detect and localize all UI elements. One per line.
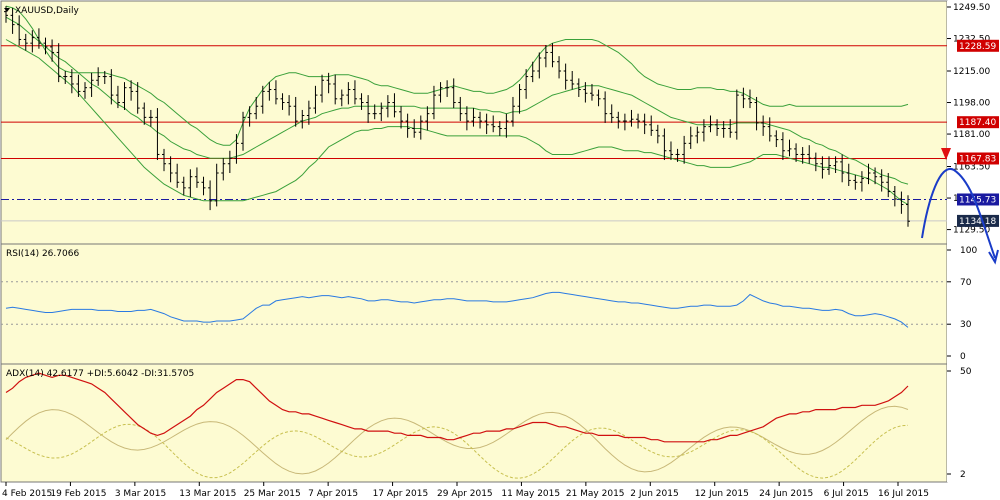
price-tick-label: 1249.50 xyxy=(953,3,990,13)
x-tick-label: 3 Mar 2015 xyxy=(115,489,166,499)
x-tick-label: 7 Apr 2015 xyxy=(308,489,358,499)
adx-tick-label: 2 xyxy=(960,470,966,480)
xauusd-chart: 1249.501232.501215.001198.001181.001163.… xyxy=(0,0,1000,499)
rsi-tick-label: 0 xyxy=(960,352,966,362)
x-tick-label: 12 Jun 2015 xyxy=(695,489,749,499)
x-tick-label: 29 Apr 2015 xyxy=(437,489,493,499)
x-tick-label: 24 Jun 2015 xyxy=(759,489,813,499)
x-tick-label: 25 Mar 2015 xyxy=(244,489,301,499)
x-tick-label: 17 Apr 2015 xyxy=(373,489,429,499)
rsi-panel-bg xyxy=(0,243,948,365)
level-tag-label: 1228.59 xyxy=(959,42,996,52)
level-tag-label: 1145.73 xyxy=(959,195,996,205)
symbol-label: XAUUSD,Daily xyxy=(15,6,79,16)
x-tick-label: 13 Mar 2015 xyxy=(179,489,236,499)
x-tick-label: 19 Feb 2015 xyxy=(50,489,106,499)
x-tick-label: 2 Jun 2015 xyxy=(630,489,678,499)
rsi-tick-label: 30 xyxy=(960,320,972,330)
x-tick-label: 11 May 2015 xyxy=(501,489,560,499)
level-tag-label: 1187.40 xyxy=(959,118,996,128)
x-tick-label: 6 Jul 2015 xyxy=(824,489,869,499)
adx-panel-bg xyxy=(0,363,948,483)
adx-tick-label: 50 xyxy=(960,367,972,377)
rsi-label: RSI(14) 26.7066 xyxy=(6,249,79,259)
rsi-tick-label: 100 xyxy=(960,246,977,256)
level-tag-label: 1134.18 xyxy=(959,217,996,227)
rsi-tick-label: 70 xyxy=(960,278,972,288)
x-tick-label: 21 May 2015 xyxy=(566,489,625,499)
x-tick-label: 4 Feb 2015 xyxy=(2,489,52,499)
level-tag-label: 1167.83 xyxy=(959,154,996,164)
x-tick-label: 16 Jul 2015 xyxy=(878,489,929,499)
price-tick-label: 1215.00 xyxy=(953,67,990,77)
adx-label: ADX(14) 42.6177 +DI:5.6042 -DI:31.5705 xyxy=(6,369,194,379)
price-tick-label: 1181.00 xyxy=(953,130,990,140)
price-tick-label: 1198.00 xyxy=(953,99,990,109)
